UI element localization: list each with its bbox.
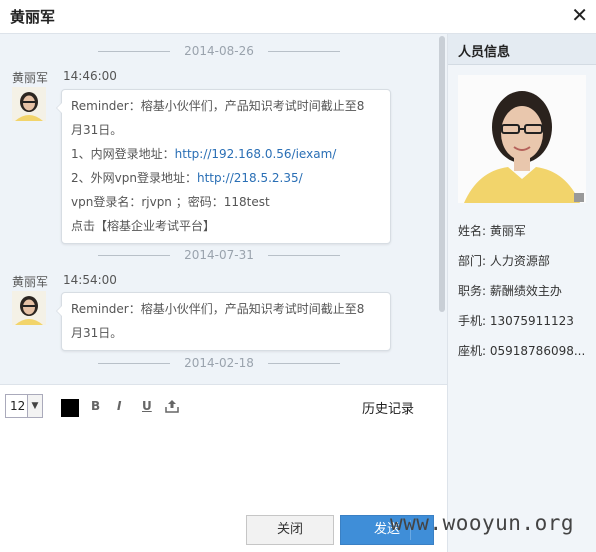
info-value: 黄丽军	[489, 224, 526, 238]
info-department: 部门: 人力资源部	[458, 252, 550, 269]
upload-icon[interactable]	[165, 399, 179, 416]
info-value: 人力资源部	[489, 254, 550, 268]
info-label: 手机:	[458, 314, 487, 328]
panel-header: 人员信息	[448, 34, 596, 65]
message-line: 点击【榕基企业考试平台】	[71, 219, 216, 233]
info-label: 部门:	[458, 254, 487, 268]
font-size-value: 12	[10, 399, 26, 413]
message-line: vpn登录名：rjvpn ；密码：118test	[71, 195, 270, 209]
message-line: 月31日。	[71, 326, 123, 340]
info-value: 13075911123	[489, 314, 574, 328]
info-label: 职务:	[458, 284, 487, 298]
close-icon[interactable]: ✕	[571, 4, 588, 26]
info-value: 05918786098...	[489, 344, 586, 358]
panel-title: 人员信息	[458, 45, 511, 60]
message-sender: 黄丽军	[12, 71, 49, 85]
info-mobile: 手机: 13075911123	[458, 312, 574, 329]
message-line: 月31日。	[71, 123, 123, 137]
info-label: 姓名:	[458, 224, 487, 238]
message-time: 14:54:00	[63, 273, 117, 287]
info-value: 薪酬绩效主办	[489, 284, 562, 298]
message-text: 2、外网vpn登录地址：	[71, 171, 197, 185]
chat-history[interactable]: 2014-08-26 黄丽军 14:46:00 Reminder：榕基小伙伴们，…	[0, 34, 447, 384]
history-link[interactable]: 历史记录	[362, 398, 414, 417]
font-size-select[interactable]: 12 ▼	[5, 394, 43, 418]
message-bubble: Reminder：榕基小伙伴们，产品知识考试时间截止至8 月31日。	[56, 292, 391, 351]
person-info-panel: 人员信息 姓名: 黄丽军 部门: 人力资源部 职务: 薪酬绩效主办 手机: 13…	[447, 34, 596, 552]
avatar[interactable]	[12, 87, 46, 121]
message-time: 14:46:00	[63, 69, 117, 83]
profile-photo	[458, 75, 586, 203]
message-line: Reminder：榕基小伙伴们，产品知识考试时间截止至8	[71, 302, 365, 316]
date-separator: 2014-02-18	[0, 356, 438, 372]
date-label: 2014-07-31	[184, 248, 254, 262]
font-color-picker[interactable]	[61, 399, 79, 417]
title-bar: 黄丽军 ✕	[0, 0, 596, 34]
intranet-link[interactable]: http://192.168.0.56/iexam/	[175, 147, 337, 161]
message-line: Reminder：榕基小伙伴们，产品知识考试时间截止至8	[71, 99, 365, 113]
message-line: 2、外网vpn登录地址：http://218.5.2.35/	[71, 166, 381, 190]
info-position: 职务: 薪酬绩效主办	[458, 282, 562, 299]
message-line: 1、内网登录地址：http://192.168.0.56/iexam/	[71, 142, 381, 166]
message-bubble: Reminder：榕基小伙伴们，产品知识考试时间截止至8 月31日。 1、内网登…	[56, 89, 391, 244]
date-label: 2014-08-26	[184, 44, 254, 58]
message-sender: 黄丽军	[12, 275, 49, 289]
italic-icon[interactable]: I	[117, 399, 121, 413]
date-label: 2014-02-18	[184, 356, 254, 370]
scrollbar-thumb[interactable]	[439, 36, 445, 312]
watermark: www.wooyun.org	[390, 511, 575, 535]
info-landline: 座机: 05918786098...	[458, 342, 585, 359]
info-name: 姓名: 黄丽军	[458, 222, 526, 239]
close-button[interactable]: 关闭	[246, 515, 334, 545]
bold-icon[interactable]: B	[91, 399, 100, 413]
chat-scrollbar[interactable]	[438, 34, 447, 384]
date-separator: 2014-08-26	[0, 44, 438, 60]
message-text: 1、内网登录地址：	[71, 147, 175, 161]
info-label: 座机:	[458, 344, 487, 358]
format-toolbar: 12 ▼ B I U 历史记录	[0, 384, 447, 431]
chevron-down-icon[interactable]: ▼	[27, 395, 42, 417]
window-title: 黄丽军	[10, 8, 56, 26]
date-separator: 2014-07-31	[0, 248, 438, 264]
extranet-link[interactable]: http://218.5.2.35/	[197, 171, 303, 185]
underline-icon[interactable]: U	[142, 399, 152, 413]
avatar[interactable]	[12, 291, 46, 325]
